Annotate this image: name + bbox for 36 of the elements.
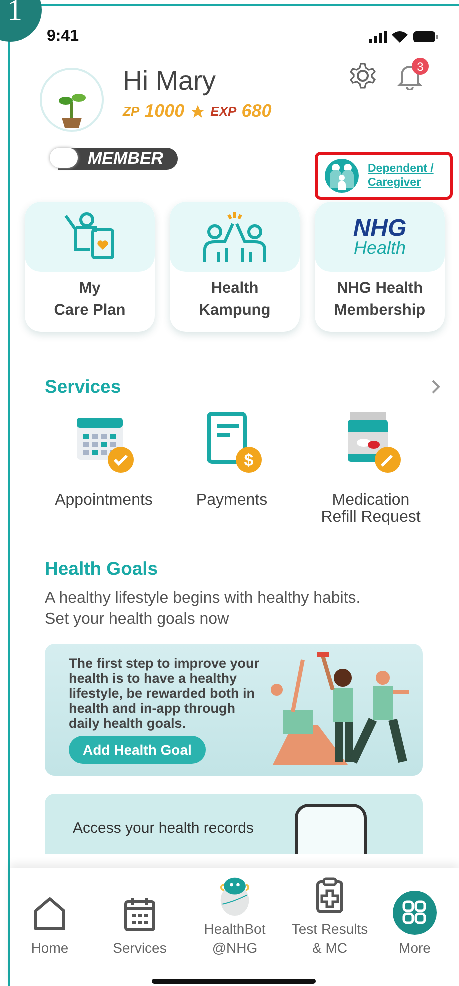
shortcut-card[interactable]: NHG Health NHG Health Membership [315,202,445,332]
service-link[interactable]: Payments [196,492,268,509]
signal-icon [369,31,387,43]
section-description: A healthy lifestyle begins with healthy habits. Set your health goals now [45,589,362,630]
nhg-health-logo: NHG Health [353,217,407,257]
service-link[interactable]: Appointments [55,492,153,509]
wifi-icon [392,31,408,43]
shortcut-card[interactable]: Health Kampung [170,202,300,332]
banner-text: The first step to improve your health is to have a healthy lifestyle, be rewarded both in health and in-app through daily health goals. [69,656,261,731]
status-time: 9:41 [47,28,80,46]
exp-label: EXP [210,104,237,119]
banner-text: Access your health records [73,820,254,837]
star-icon [190,104,206,120]
phone-drawing [295,804,367,854]
greeting: Hi Mary [123,66,217,97]
chevron-right-icon[interactable] [431,379,441,395]
service-link[interactable]: Medication Refill Request [321,492,421,526]
nav-tab[interactable]: Test Results & MC [280,876,380,958]
battery-icon [413,31,439,43]
people-high-five-icon [201,210,269,264]
section-title: Services [45,376,122,398]
nav-tab[interactable]: Home [10,876,90,958]
family-icon [324,158,360,194]
section-title: Health Goals [45,558,158,579]
notification-count: 3 [412,58,429,75]
settings-icon[interactable] [349,62,377,90]
shortcut-card[interactable]: My Care Plan [25,202,155,332]
exp-points: 680 [242,101,272,122]
avatar[interactable] [40,68,104,132]
nav-tab[interactable]: HealthBot @NHG [190,876,280,958]
step-number: 1 [0,0,42,42]
zp-label: ZP [123,104,140,119]
dependent-caregiver-link[interactable]: Dependent / Caregiver [368,162,434,190]
nav-tab[interactable]: More [380,876,450,958]
zp-points: 1000 [144,101,185,122]
nav-tab[interactable]: Services [90,876,190,958]
